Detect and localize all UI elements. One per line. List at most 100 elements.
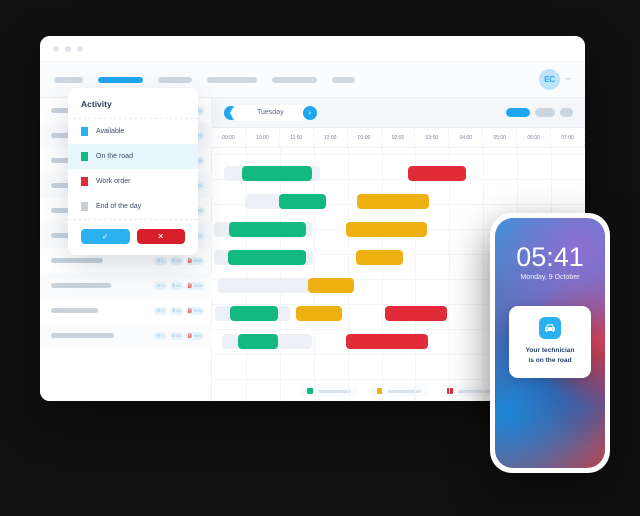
- resource-metrics: ⚒ 3 ⏱ 40 ⛽ 90%: [153, 281, 204, 290]
- status-badge: ⛽ 90%: [185, 256, 204, 265]
- bar-red-3[interactable]: [346, 334, 428, 349]
- gantt-gridline: [483, 148, 485, 401]
- resource-row[interactable]: ⚒ 3 ⏱ 40 ⛽ 90%: [40, 273, 212, 298]
- legend-swatch: [306, 388, 313, 394]
- notification-text: Your technician is on the road: [515, 346, 585, 366]
- hour-label-3: 12:00: [314, 128, 348, 147]
- activity-option-available[interactable]: Available: [68, 119, 198, 144]
- status-badge: ⚒ 2: [153, 306, 167, 315]
- status-badge: ⚒ 3: [153, 281, 167, 290]
- hour-label-0: 09:00: [212, 128, 246, 147]
- gantt-gridline: [279, 148, 281, 401]
- activity-option-label: Work order: [96, 178, 131, 185]
- screenshot-stage: EC ⚒ 2⏱ 42⛽ 90%⚒ 1⏱ 43⛽ 90%⚒ 3⏱ 41⛽ 90%⚒…: [0, 0, 640, 516]
- confirm-button[interactable]: ✓: [81, 229, 130, 244]
- nav-item-5[interactable]: [272, 76, 317, 83]
- flag-icon: [81, 152, 88, 161]
- hour-label-1: 10:00: [246, 128, 280, 147]
- status-badge: ⛽ 90%: [185, 306, 204, 315]
- activity-title: Activity: [68, 88, 198, 119]
- bar-green-1[interactable]: [242, 166, 312, 181]
- hour-label-9: 06:00: [517, 128, 552, 147]
- gantt-gridline: [245, 148, 247, 401]
- hour-label-6: 03:00: [415, 128, 450, 147]
- gantt-track: [218, 278, 318, 293]
- resource-name-placeholder: [51, 333, 114, 338]
- flag-icon: [81, 177, 88, 186]
- resource-name-placeholder: [51, 258, 103, 263]
- gantt-row-divider: [212, 154, 585, 155]
- status-badge: ⏱ 40: [169, 281, 183, 290]
- bar-yellow-1[interactable]: [357, 194, 429, 209]
- bar-red-1[interactable]: [408, 166, 466, 181]
- view-pill-day[interactable]: [506, 108, 530, 117]
- activity-actions: ✓ ✕: [68, 219, 198, 255]
- activity-option-label: End of the day: [96, 203, 142, 210]
- legend-label-placeholder: [457, 389, 491, 393]
- bar-green-5[interactable]: [230, 306, 278, 321]
- status-badge: ⛽ 90%: [185, 331, 204, 340]
- nav-item-2[interactable]: [98, 76, 143, 83]
- window-close-dot[interactable]: [53, 45, 59, 52]
- hour-label-2: 11:00: [280, 128, 314, 147]
- mobile-phone-mockup: 05:41 Monday, 9 October Your technician …: [490, 213, 610, 473]
- gantt-gridline: [449, 148, 451, 401]
- lockscreen-date: Monday, 9 October: [520, 274, 580, 281]
- browser-titlebar: [40, 36, 585, 62]
- bar-yellow-3[interactable]: [356, 250, 403, 265]
- status-badge: ⛽ 90%: [185, 281, 204, 290]
- chevron-down-icon[interactable]: [565, 78, 571, 81]
- bar-green-6[interactable]: [238, 334, 278, 349]
- activity-option-list: Available On the road Work order End of the…: [68, 119, 198, 219]
- bar-yellow-4[interactable]: [308, 278, 354, 293]
- window-minimize-dot[interactable]: [65, 45, 71, 52]
- nav-item-3[interactable]: [158, 76, 192, 83]
- hour-ruler: 09:00 10:00 11:00 12:00 01:00 02:00 03:00 04:00…: [212, 128, 585, 148]
- legend-on-the-road[interactable]: [369, 385, 428, 397]
- resource-metrics: ⚒ 1 ⏱ 41 ⛽ 90%: [153, 331, 204, 340]
- nav-item-1[interactable]: [54, 76, 83, 83]
- nav-item-4[interactable]: [207, 76, 257, 83]
- view-pill-month[interactable]: [560, 108, 573, 117]
- resource-row[interactable]: ⚒ 1 ⏱ 41 ⛽ 90%: [40, 323, 212, 348]
- bar-yellow-5[interactable]: [296, 306, 342, 321]
- hour-label-8: 05:00: [483, 128, 518, 147]
- status-badge: ⏱ 43: [169, 306, 183, 315]
- cancel-button[interactable]: ✕: [136, 229, 185, 244]
- avatar[interactable]: EC: [539, 69, 560, 90]
- notification-line-2: is on the road: [528, 357, 572, 365]
- view-pill-week[interactable]: [535, 108, 555, 117]
- view-mode-toggle: [506, 108, 573, 117]
- notification-card[interactable]: Your technician is on the road: [509, 306, 591, 379]
- next-day-button[interactable]: ›: [302, 105, 317, 120]
- current-day-label[interactable]: Tuesday: [231, 104, 310, 121]
- status-badge: ⏱ 42: [169, 256, 183, 265]
- legend-work-order[interactable]: [439, 385, 498, 397]
- hour-label-7: 04:00: [449, 128, 484, 147]
- resource-row[interactable]: ⚒ 2 ⏱ 43 ⛽ 90%: [40, 298, 212, 323]
- window-maximize-dot[interactable]: [77, 45, 83, 52]
- flag-icon: [81, 127, 88, 136]
- gantt-gridline: [313, 148, 315, 401]
- bar-green-3[interactable]: [229, 222, 306, 237]
- activity-dropdown: Activity Available On the road Work order E…: [68, 88, 198, 255]
- legend-available[interactable]: [299, 385, 358, 397]
- nav-item-6[interactable]: [332, 76, 355, 83]
- activity-option-label: Available: [96, 128, 125, 135]
- phone-screen: 05:41 Monday, 9 October Your technician …: [495, 218, 605, 468]
- resource-metrics: ⚒ 2 ⏱ 43 ⛽ 90%: [153, 306, 204, 315]
- bar-red-2[interactable]: [385, 306, 447, 321]
- activity-option-on-the-road[interactable]: On the road: [68, 144, 198, 169]
- hour-label-10: 07:00: [551, 128, 585, 147]
- bar-green-2[interactable]: [279, 194, 326, 209]
- activity-option-label: On the road: [96, 153, 133, 160]
- activity-option-work-order[interactable]: Work order: [68, 169, 198, 194]
- resource-metrics: ⚒ 1 ⏱ 42 ⛽ 90%: [153, 256, 204, 265]
- status-badge: ⏱ 41: [169, 331, 183, 340]
- status-badge: ⚒ 1: [153, 256, 167, 265]
- gantt-gridline: [347, 148, 349, 401]
- bar-yellow-2[interactable]: [346, 222, 427, 237]
- notification-line-1: Your technician: [525, 347, 575, 354]
- activity-option-end-of-the-day[interactable]: End of the day: [68, 194, 198, 219]
- bar-green-4[interactable]: [228, 250, 306, 265]
